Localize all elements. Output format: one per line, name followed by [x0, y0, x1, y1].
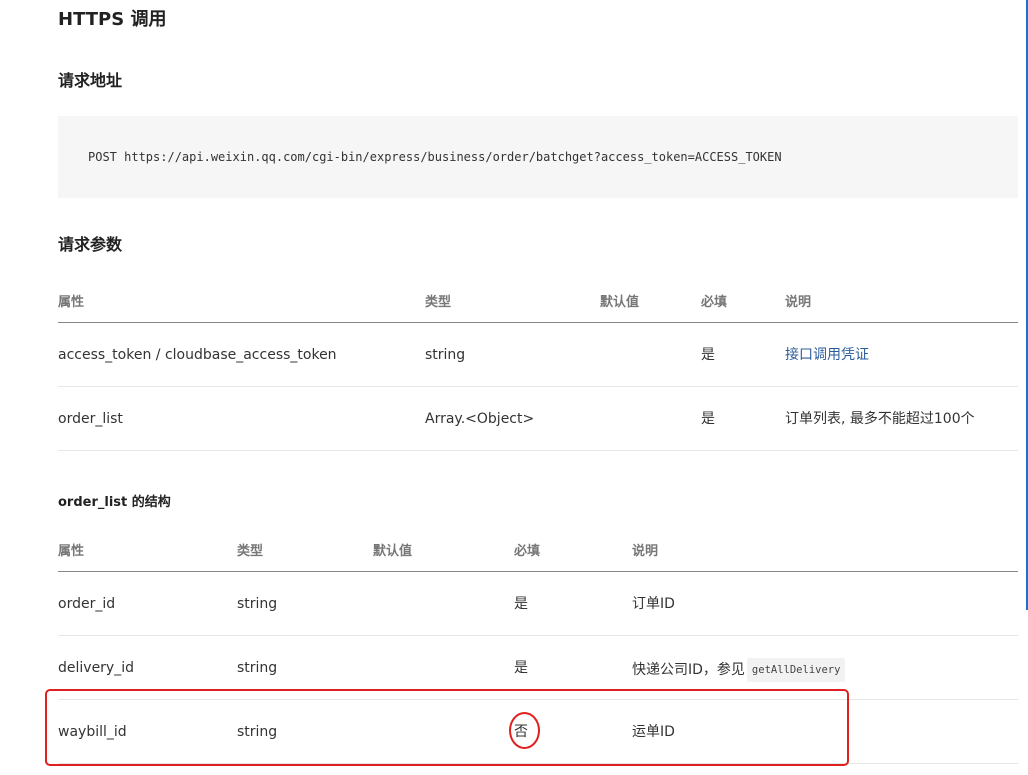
field-name: delivery_id — [58, 660, 134, 676]
heading-request-url: 请求地址 — [58, 71, 123, 90]
field-required: 是 — [514, 660, 528, 676]
field-desc: 运单ID — [632, 722, 675, 742]
doc-page: HTTPS 调用 请求地址 POST https://api.weixin.qq… — [0, 0, 1028, 775]
param-name: order_list — [58, 411, 123, 427]
order-list-table: 属性 类型 默认值 必填 说明 order_id string 是 订单ID d… — [58, 531, 1018, 764]
field-type: string — [237, 660, 278, 676]
params-th-desc: 说明 — [785, 295, 812, 310]
order-th-desc: 说明 — [632, 544, 659, 559]
param-required: 是 — [701, 347, 715, 363]
request-code: POST https://api.weixin.qq.com/cgi-bin/e… — [88, 150, 782, 164]
field-desc: 快递公司ID，参见 getAllDelivery — [632, 658, 846, 682]
order-th-required: 必填 — [514, 544, 541, 559]
table-row: order_list Array.<Object> 是 订单列表, 最多不能超过… — [58, 387, 1018, 451]
field-type: string — [237, 596, 278, 612]
field-desc: 订单ID — [632, 594, 675, 614]
params-table-header: 属性 类型 默认值 必填 说明 — [58, 282, 1018, 323]
params-th-required: 必填 — [701, 295, 728, 310]
table-row: delivery_id string 是 快递公司ID，参见 getAllDeli… — [58, 636, 1018, 700]
order-th-type: 类型 — [237, 544, 264, 559]
field-desc-text: 快递公司ID，参见 — [632, 662, 745, 678]
field-required: 是 — [514, 596, 528, 612]
heading-https: HTTPS 调用 — [58, 9, 167, 30]
field-name: order_id — [58, 596, 116, 612]
field-desc-text: 订单ID — [632, 596, 675, 612]
param-type: Array.<Object> — [425, 411, 535, 427]
params-th-name: 属性 — [58, 295, 85, 310]
param-required: 是 — [701, 411, 715, 427]
params-th-default: 默认值 — [600, 295, 640, 310]
heading-request-params: 请求参数 — [58, 235, 123, 254]
table-row: waybill_id string 否 运单ID — [58, 700, 1018, 764]
order-th-default: 默认值 — [373, 544, 413, 559]
order-th-name: 属性 — [58, 544, 85, 559]
heading-order-list-structure: order_list 的结构 — [58, 495, 171, 510]
param-type: string — [425, 347, 466, 363]
field-required: 否 — [514, 724, 528, 740]
param-desc-link[interactable]: 接口调用凭证 — [785, 345, 869, 365]
order-list-table-header: 属性 类型 默认值 必填 说明 — [58, 531, 1018, 572]
params-table: 属性 类型 默认值 必填 说明 access_token / cloudbase… — [58, 282, 1018, 451]
get-all-delivery-code: getAllDelivery — [746, 658, 846, 682]
field-name: waybill_id — [58, 724, 127, 740]
request-code-block: POST https://api.weixin.qq.com/cgi-bin/e… — [58, 116, 1018, 198]
param-name: access_token / cloudbase_access_token — [58, 347, 337, 363]
field-desc-text: 运单ID — [632, 724, 675, 740]
field-type: string — [237, 724, 278, 740]
params-th-type: 类型 — [425, 295, 452, 310]
table-row: order_id string 是 订单ID — [58, 572, 1018, 636]
table-row: access_token / cloudbase_access_token st… — [58, 323, 1018, 387]
param-desc: 订单列表, 最多不能超过100个 — [785, 411, 975, 427]
